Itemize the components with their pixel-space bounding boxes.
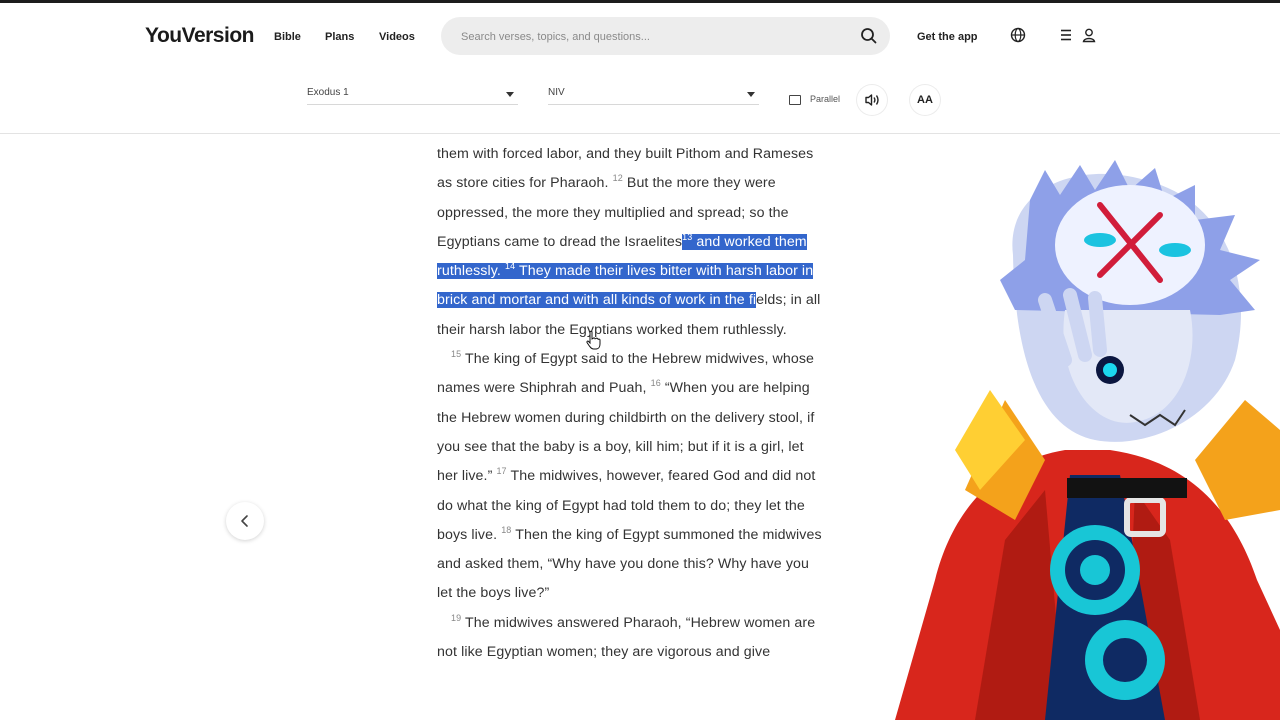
chevron-down-icon: [506, 92, 514, 97]
font-size-label: AA: [917, 94, 933, 106]
verse-number: 12: [612, 173, 623, 184]
logo[interactable]: YouVersion: [145, 24, 254, 48]
previous-chapter-button[interactable]: [226, 502, 264, 540]
globe-icon: [1010, 27, 1026, 43]
account-button[interactable]: [1077, 23, 1101, 47]
verse-number: 19: [451, 612, 462, 623]
font-size-button[interactable]: AA: [910, 85, 940, 115]
chevron-down-icon: [747, 92, 755, 97]
site-header: YouVersion Bible Plans Videos Get the ap…: [0, 3, 1280, 67]
verse-number: 17: [496, 466, 507, 477]
reader-toolbar: Exodus 1 NIV Parallel AA: [0, 67, 1280, 134]
verse-number: 13: [682, 231, 693, 242]
vtuber-avatar: [895, 160, 1280, 720]
audio-button[interactable]: [857, 85, 887, 115]
language-button[interactable]: [1006, 23, 1030, 47]
search-input[interactable]: [459, 17, 853, 57]
mouse-cursor-icon: [586, 330, 601, 350]
search-button[interactable]: [859, 26, 879, 46]
verse-paragraph: 15 The king of Egypt said to the Hebrew …: [437, 345, 827, 609]
version-value: NIV: [548, 87, 565, 98]
verse-19-text[interactable]: The midwives answered Pharaoh, “Hebrew w…: [437, 615, 815, 660]
verse-number: 15: [451, 349, 462, 360]
book-chapter-value: Exodus 1: [307, 87, 349, 98]
verse-paragraph: 19 The midwives answered Pharaoh, “Hebre…: [437, 609, 827, 668]
verse-number: 16: [650, 378, 661, 389]
menu-button[interactable]: [1054, 23, 1078, 47]
user-icon: [1082, 28, 1096, 43]
parallel-toggle[interactable]: Parallel: [789, 94, 840, 105]
nav-plans-link[interactable]: Plans: [325, 31, 354, 43]
parallel-icon: [789, 94, 801, 105]
search-icon: [861, 28, 877, 44]
parallel-label: Parallel: [810, 94, 841, 104]
search-bar: [441, 17, 890, 57]
verse-number: 14: [504, 261, 516, 272]
version-select[interactable]: NIV: [548, 84, 759, 105]
chevron-left-icon: [241, 515, 248, 527]
verse-paragraph: them with forced labor, and they built P…: [437, 140, 827, 345]
nav-videos-link[interactable]: Videos: [379, 31, 415, 43]
get-app-link[interactable]: Get the app: [917, 31, 978, 43]
book-chapter-select[interactable]: Exodus 1: [307, 84, 518, 105]
menu-icon: [1061, 29, 1071, 41]
audio-icon: [865, 94, 879, 106]
bible-text: them with forced labor, and they built P…: [437, 140, 827, 667]
verse-number: 18: [501, 524, 512, 535]
nav-bible-link[interactable]: Bible: [274, 31, 301, 43]
